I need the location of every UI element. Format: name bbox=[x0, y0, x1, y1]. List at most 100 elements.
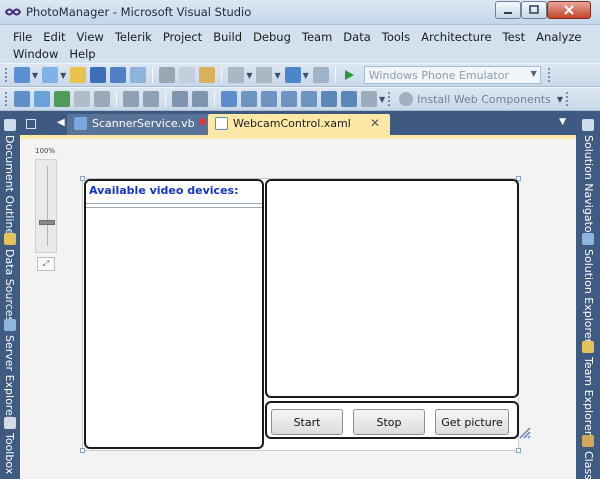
menu-team[interactable]: Team bbox=[297, 30, 338, 44]
toolbox-icon[interactable] bbox=[4, 417, 16, 429]
menu-tools[interactable]: Tools bbox=[377, 30, 416, 44]
stop-button[interactable]: Stop bbox=[353, 409, 425, 435]
next-bookmark-folder-icon[interactable] bbox=[301, 91, 317, 107]
deployment-target-select[interactable]: Windows Phone Emulator ▼ bbox=[363, 66, 541, 84]
save-all-icon[interactable] bbox=[110, 67, 127, 83]
solution-navigator-icon[interactable] bbox=[582, 119, 594, 131]
dropdown-arrow-icon[interactable]: ▼ bbox=[274, 71, 280, 80]
team-explorer-icon[interactable] bbox=[582, 341, 594, 353]
dock-tab-data-sources[interactable]: Data Sources bbox=[3, 249, 16, 322]
comment-icon[interactable] bbox=[172, 91, 188, 107]
dock-tab-server-explorer[interactable]: Server Explorer bbox=[3, 335, 16, 420]
undo-icon[interactable] bbox=[228, 67, 245, 83]
dropdown-arrow-icon[interactable]: ▼ bbox=[303, 71, 309, 80]
menu-analyze[interactable]: Analyze bbox=[531, 30, 587, 44]
navigate-icon[interactable] bbox=[284, 67, 301, 83]
tab-scroll-left-icon[interactable]: ◀ bbox=[57, 117, 65, 128]
solution-icon[interactable] bbox=[14, 91, 30, 107]
data-sources-icon[interactable] bbox=[4, 233, 16, 245]
dropdown-arrow-icon[interactable]: ▼ bbox=[60, 71, 66, 80]
dock-tab-document-outline[interactable]: Document Outline bbox=[3, 135, 16, 235]
menu-data[interactable]: Data bbox=[338, 30, 376, 44]
dropdown-arrow-icon[interactable]: ▼ bbox=[557, 95, 563, 104]
install-web-components-button[interactable]: Install Web Components bbox=[399, 92, 551, 106]
video-preview-panel[interactable] bbox=[265, 179, 519, 398]
add-item-icon[interactable] bbox=[42, 67, 59, 83]
devices-list-panel[interactable]: Available video devices: bbox=[84, 179, 264, 449]
object-browser-icon[interactable] bbox=[54, 91, 70, 107]
minimize-button[interactable] bbox=[495, 1, 521, 19]
toolbar-separator bbox=[214, 91, 215, 107]
clear-bookmarks-icon[interactable] bbox=[321, 91, 337, 107]
menu-view[interactable]: View bbox=[72, 30, 110, 44]
server-explorer-icon[interactable] bbox=[4, 319, 16, 331]
menu-telerik[interactable]: Telerik bbox=[110, 30, 158, 44]
toolbar-grip[interactable] bbox=[4, 91, 8, 107]
dropdown-arrow-icon[interactable]: ▼ bbox=[246, 71, 252, 80]
properties-icon[interactable] bbox=[34, 91, 50, 107]
zoom-thumb[interactable] bbox=[39, 220, 55, 225]
class-view-icon[interactable] bbox=[582, 435, 594, 447]
dock-tab-team-explorer[interactable]: Team Explorer bbox=[582, 357, 595, 435]
close-tab-icon[interactable]: ✕ bbox=[370, 116, 380, 130]
start-button[interactable]: Start bbox=[271, 409, 343, 435]
menu-project[interactable]: Project bbox=[158, 30, 208, 44]
toolbar-grip[interactable] bbox=[565, 91, 569, 107]
next-bookmark-icon[interactable] bbox=[261, 91, 277, 107]
get-picture-button[interactable]: Get picture bbox=[435, 409, 509, 435]
zoom-slider[interactable] bbox=[35, 159, 57, 253]
cut-icon[interactable] bbox=[159, 67, 176, 83]
tab-webcamcontrol[interactable]: WebcamControl.xaml ✕ bbox=[208, 114, 390, 135]
bookmark-icon[interactable] bbox=[221, 91, 237, 107]
save-icon[interactable] bbox=[90, 67, 107, 83]
resize-handle[interactable] bbox=[516, 448, 521, 453]
dock-tab-solution-explorer[interactable]: Solution Explorer bbox=[582, 249, 595, 343]
maximize-button[interactable] bbox=[521, 1, 547, 19]
document-outline-icon[interactable] bbox=[4, 119, 16, 131]
toolbar-grip[interactable] bbox=[4, 67, 8, 83]
start-debugging-icon[interactable] bbox=[343, 69, 355, 81]
zoom-icon[interactable] bbox=[361, 91, 377, 107]
zoom-to-fit-icon[interactable]: ⤢ bbox=[37, 257, 55, 271]
menu-file[interactable]: File bbox=[8, 30, 38, 44]
dock-tab-toolbox[interactable]: Toolbox bbox=[3, 433, 16, 474]
publish-icon[interactable] bbox=[130, 67, 147, 83]
paste-icon[interactable] bbox=[199, 67, 216, 83]
format-icon[interactable] bbox=[94, 91, 110, 107]
copy-icon[interactable] bbox=[179, 67, 196, 83]
open-file-icon[interactable] bbox=[70, 67, 87, 83]
toolbar-grip[interactable] bbox=[546, 67, 551, 83]
tab-overflow-icon[interactable]: ▼ bbox=[559, 117, 566, 127]
menu-architecture[interactable]: Architecture bbox=[416, 30, 497, 44]
menu-window[interactable]: Window bbox=[8, 47, 64, 61]
font-size-icon[interactable] bbox=[74, 91, 90, 107]
window-menu-icon[interactable] bbox=[26, 119, 36, 129]
close-window-button[interactable] bbox=[547, 1, 591, 19]
menu-edit[interactable]: Edit bbox=[38, 30, 71, 44]
prev-bookmark-folder-icon[interactable] bbox=[281, 91, 297, 107]
dropdown-arrow-icon[interactable]: ▼ bbox=[379, 95, 385, 104]
design-surface[interactable]: Available video devices: Start Stop Get … bbox=[80, 176, 521, 453]
redo-icon[interactable] bbox=[256, 67, 273, 83]
find-icon[interactable] bbox=[341, 91, 357, 107]
menu-debug[interactable]: Debug bbox=[248, 30, 297, 44]
resize-handle[interactable] bbox=[80, 176, 85, 181]
menu-test[interactable]: Test bbox=[498, 30, 532, 44]
resize-grip-icon[interactable] bbox=[519, 427, 531, 439]
dropdown-arrow-icon[interactable]: ▼ bbox=[32, 71, 38, 80]
decrease-indent-icon[interactable] bbox=[123, 91, 139, 107]
solution-explorer-icon[interactable] bbox=[582, 233, 594, 245]
toolbar-grip[interactable] bbox=[387, 91, 392, 107]
dock-tab-class-view[interactable]: Class bbox=[582, 451, 595, 479]
new-project-icon[interactable] bbox=[14, 67, 30, 83]
menu-help[interactable]: Help bbox=[64, 47, 101, 61]
menu-build[interactable]: Build bbox=[208, 30, 248, 44]
prev-bookmark-icon[interactable] bbox=[241, 91, 257, 107]
resize-handle[interactable] bbox=[80, 448, 85, 453]
toolbar-separator bbox=[334, 67, 336, 83]
increase-indent-icon[interactable] bbox=[143, 91, 159, 107]
navigate-forward-icon[interactable] bbox=[312, 67, 329, 83]
tab-scannerservice[interactable]: ScannerService.vb ● bbox=[67, 114, 215, 135]
dock-tab-solution-navigator[interactable]: Solution Navigator bbox=[582, 135, 595, 237]
uncomment-icon[interactable] bbox=[192, 91, 208, 107]
